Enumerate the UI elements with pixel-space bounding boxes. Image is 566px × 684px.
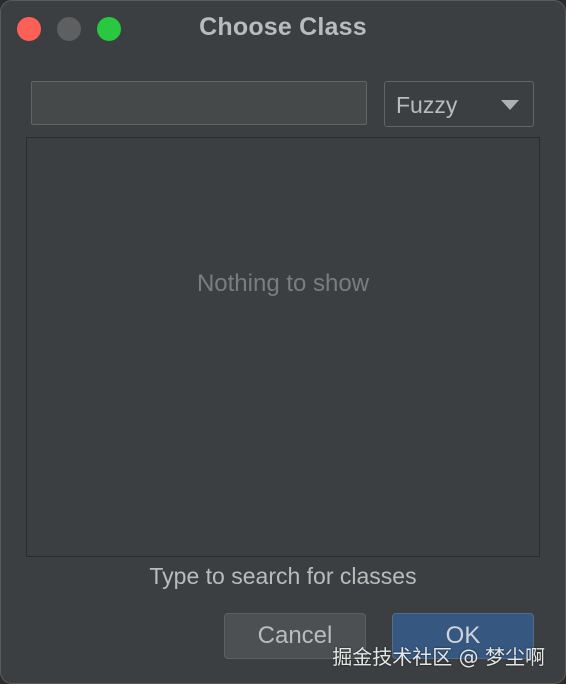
title-bar[interactable]: Choose Class [1, 1, 565, 55]
choose-class-dialog: Choose Class Fuzzy Nothing to show Type … [0, 0, 566, 684]
match-mode-value: Fuzzy [396, 92, 458, 118]
match-mode-dropdown[interactable]: Fuzzy [384, 81, 534, 127]
empty-state-text: Nothing to show [196, 270, 370, 297]
class-search-input[interactable] [31, 81, 367, 125]
results-list[interactable]: Nothing to show [26, 137, 540, 557]
chevron-down-icon [501, 100, 519, 110]
dialog-title: Choose Class [199, 13, 367, 41]
watermark-text: 掘金技术社区 @ 梦尘啊 [332, 645, 545, 669]
search-hint: Type to search for classes [149, 563, 417, 589]
